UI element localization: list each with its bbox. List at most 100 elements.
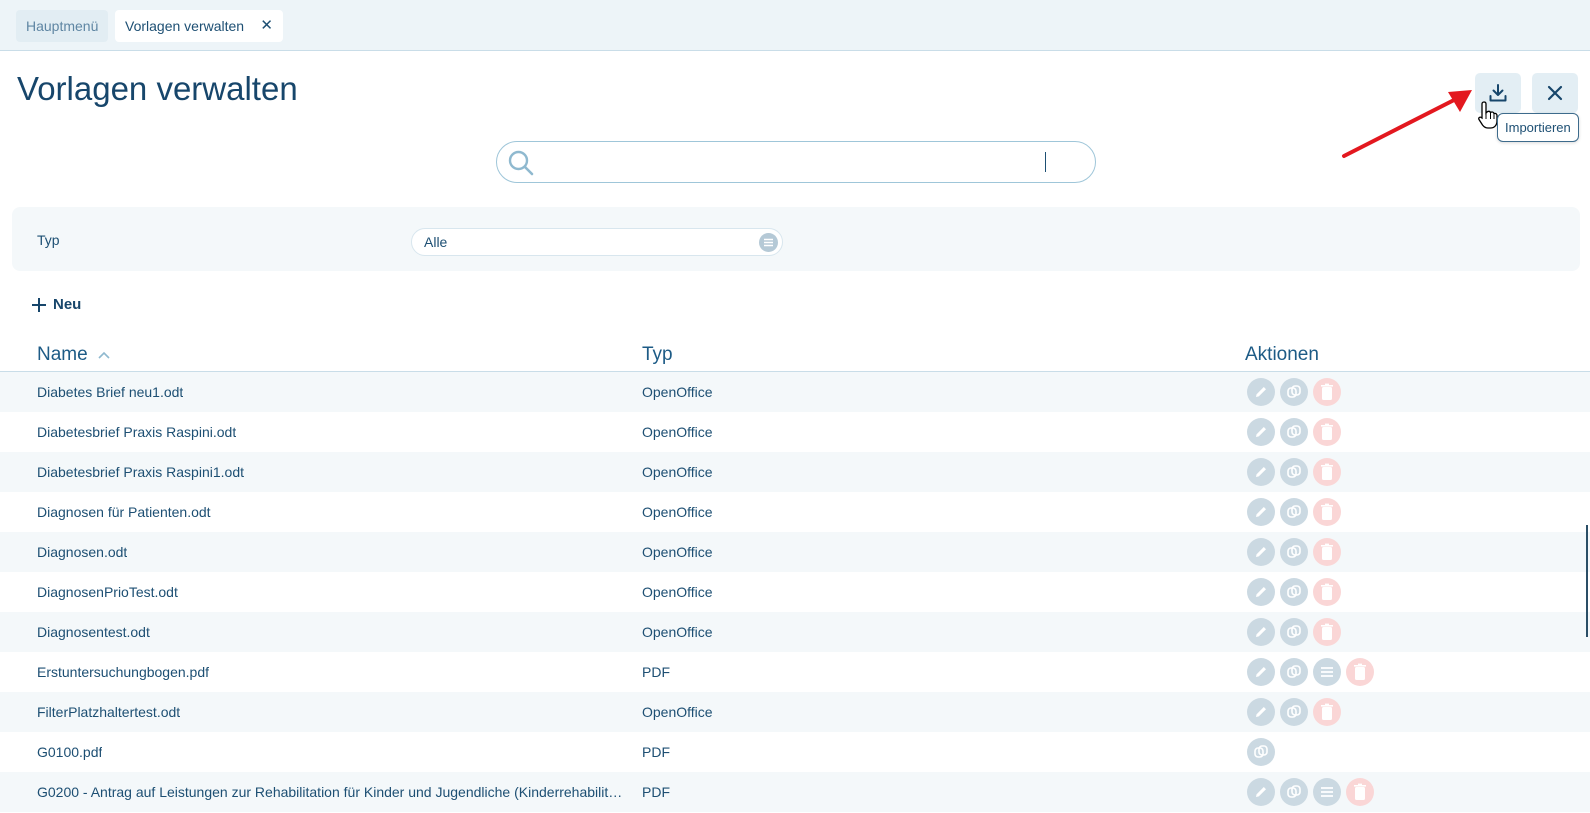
new-button[interactable]: Neu [31,296,81,313]
pencil-icon [1253,664,1269,680]
trash-icon [1320,543,1334,561]
delete-button[interactable] [1346,658,1374,686]
copy-icon [1285,663,1303,681]
edit-button[interactable] [1247,698,1275,726]
close-icon [1547,85,1563,101]
pencil-icon [1253,624,1269,640]
menu-icon[interactable] [759,233,778,252]
table-row[interactable]: G0100.pdf PDF [0,732,1590,772]
pencil-icon [1253,504,1269,520]
copy-button[interactable] [1280,498,1308,526]
edit-button[interactable] [1247,378,1275,406]
tab-vorlagen-verwalten[interactable]: Vorlagen verwalten ✕ [115,10,283,42]
table-row[interactable]: Diabetesbrief Praxis Raspini.odt OpenOffi… [0,412,1590,452]
edit-button[interactable] [1247,778,1275,806]
delete-button[interactable] [1313,578,1341,606]
delete-button[interactable] [1313,698,1341,726]
table-header: Name Typ Aktionen [0,338,1590,372]
plus-icon [32,297,46,312]
pencil-icon [1253,424,1269,440]
close-page-button[interactable] [1532,73,1578,113]
table-row[interactable]: G0200 - Antrag auf Leistungen zur Rehabi… [0,772,1590,812]
copy-button[interactable] [1280,378,1308,406]
copy-icon [1285,383,1303,401]
table-row[interactable]: Diagnosen.odt OpenOffice [0,532,1590,572]
copy-icon [1285,623,1303,641]
delete-button[interactable] [1313,458,1341,486]
copy-button[interactable] [1280,458,1308,486]
copy-icon [1285,583,1303,601]
edit-button[interactable] [1247,538,1275,566]
template-name: Diabetesbrief Praxis Raspini.odt [37,424,237,440]
list-button[interactable] [1313,658,1341,686]
column-header-aktionen: Aktionen [1245,344,1319,366]
copy-button[interactable] [1247,738,1275,766]
row-actions [1247,738,1275,766]
new-button-label: Neu [53,296,82,313]
template-name: Erstuntersuchungbogen.pdf [37,664,210,680]
edit-button[interactable] [1247,458,1275,486]
delete-button[interactable] [1313,378,1341,406]
list-button[interactable] [1313,778,1341,806]
trash-icon [1320,463,1334,481]
template-typ: OpenOffice [642,704,713,720]
delete-button[interactable] [1313,418,1341,446]
chevron-up-icon [98,351,110,359]
delete-button[interactable] [1313,498,1341,526]
copy-icon [1285,543,1303,561]
column-aktionen-label: Aktionen [1245,344,1319,365]
pencil-icon [1253,464,1269,480]
search-input[interactable] [545,150,1079,176]
copy-button[interactable] [1280,658,1308,686]
copy-button[interactable] [1280,418,1308,446]
row-actions [1247,498,1341,526]
pencil-icon [1253,584,1269,600]
table-row[interactable]: Erstuntersuchungbogen.pdf PDF [0,652,1590,692]
edit-button[interactable] [1247,658,1275,686]
row-actions [1247,458,1341,486]
tab-hauptmenu[interactable]: Hauptmenü [16,10,108,42]
copy-button[interactable] [1280,578,1308,606]
row-actions [1247,658,1374,686]
row-actions [1247,538,1341,566]
table-row[interactable]: DiagnosenPrioTest.odt OpenOffice [0,572,1590,612]
trash-icon [1320,383,1334,401]
hand-cursor-icon [1478,101,1498,129]
copy-button[interactable] [1280,778,1308,806]
delete-button[interactable] [1313,538,1341,566]
template-name: G0100.pdf [37,744,103,760]
column-typ-label: Typ [642,344,673,365]
template-typ: OpenOffice [642,384,713,400]
copy-button[interactable] [1280,538,1308,566]
tab-close-icon[interactable]: ✕ [260,10,273,42]
template-name: DiagnosenPrioTest.odt [37,584,178,600]
delete-button[interactable] [1313,618,1341,646]
copy-button[interactable] [1280,618,1308,646]
template-typ: OpenOffice [642,424,713,440]
delete-button[interactable] [1346,778,1374,806]
table-row[interactable]: Diabetesbrief Praxis Raspini1.odt OpenOff… [0,452,1590,492]
edit-button[interactable] [1247,498,1275,526]
text-caret [1045,152,1046,172]
trash-icon [1320,703,1334,721]
column-header-name[interactable]: Name [37,344,111,366]
template-name: Diagnosentest.odt [37,624,150,640]
table-row[interactable]: Diabetes Brief neu1.odt OpenOffice [0,372,1590,412]
table-row[interactable]: Diagnosen für Patienten.odt OpenOffice [0,492,1590,532]
filter-typ-value: Alle [424,234,448,250]
search-field[interactable] [496,141,1096,183]
template-name: G0200 - Antrag auf Leistungen zur Rehabi… [37,784,627,800]
table-row[interactable]: Diagnosentest.odt OpenOffice [0,612,1590,652]
pencil-icon [1253,704,1269,720]
import-tooltip: Importieren [1497,113,1579,142]
copy-button[interactable] [1280,698,1308,726]
edit-button[interactable] [1247,578,1275,606]
table-row[interactable]: FilterPlatzhaltertest.odt OpenOffice [0,692,1590,732]
column-header-typ[interactable]: Typ [642,344,673,366]
page-title: Vorlagen verwalten [17,70,298,107]
edit-button[interactable] [1247,618,1275,646]
scrollbar[interactable] [1586,525,1588,637]
filter-typ-select[interactable]: Alle [411,228,783,256]
row-actions [1247,618,1341,646]
edit-button[interactable] [1247,418,1275,446]
